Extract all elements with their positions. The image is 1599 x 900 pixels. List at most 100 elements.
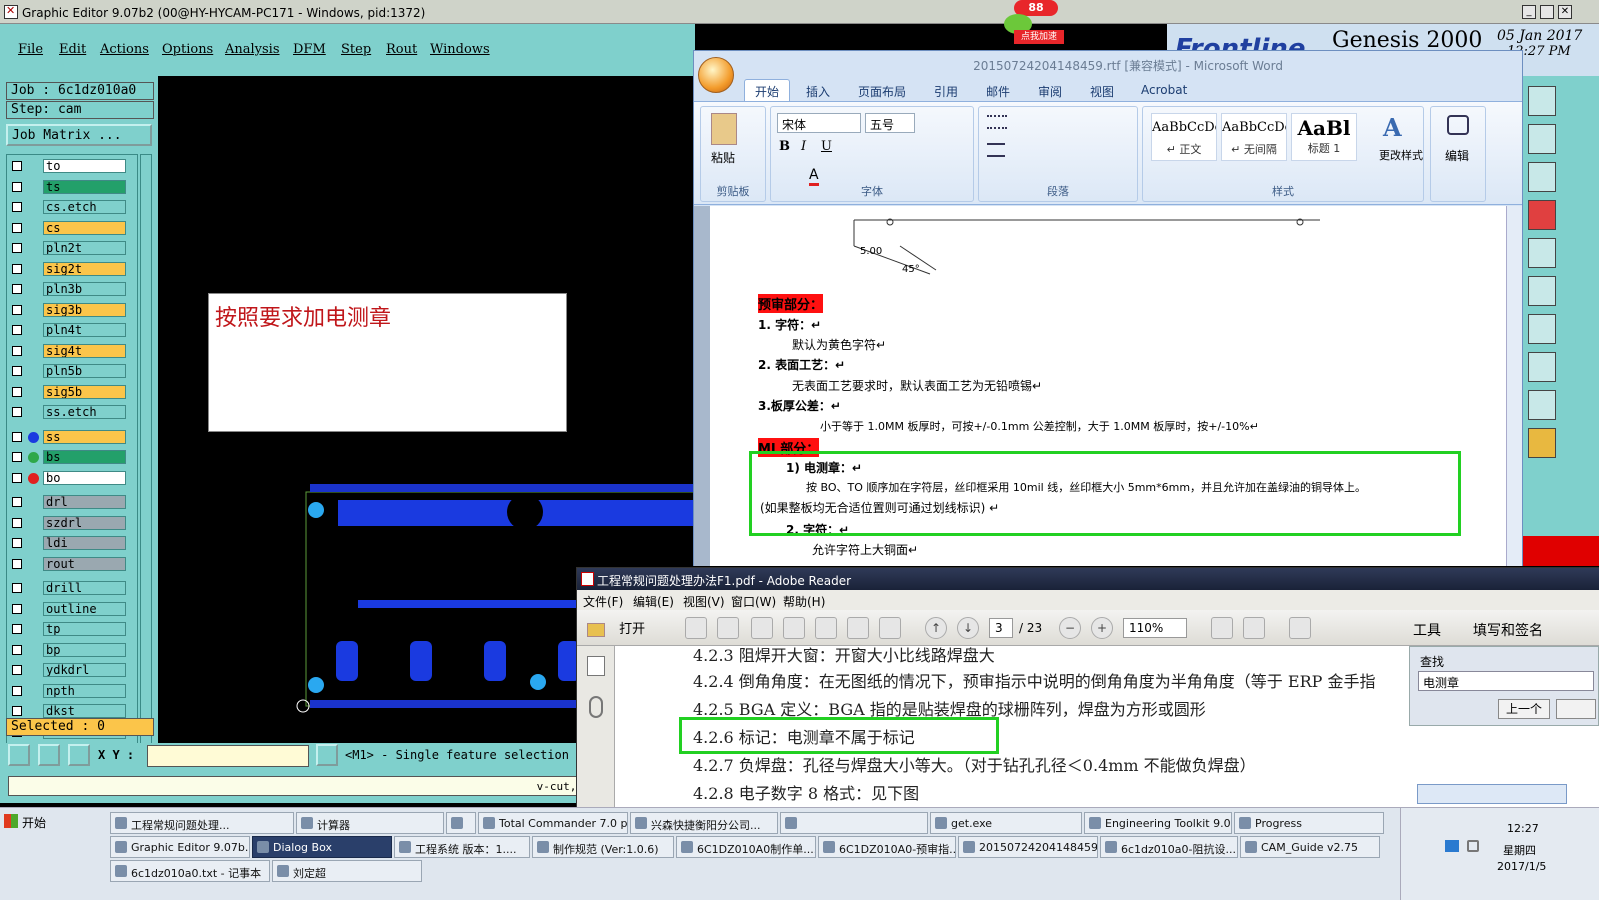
layer-name[interactable]: sig2t <box>43 261 126 276</box>
layer-name[interactable]: ldi <box>43 536 126 550</box>
layer-checkbox[interactable] <box>12 431 22 442</box>
start-button[interactable]: 开始 <box>2 810 82 832</box>
layer-row[interactable]: ydkdrl <box>7 662 139 678</box>
layer-row[interactable]: to <box>7 158 139 174</box>
pdf-menu-window[interactable]: 窗口(W) <box>731 593 776 610</box>
tool-6-icon[interactable] <box>1528 276 1556 306</box>
layer-name[interactable]: sig3b <box>43 302 126 317</box>
measure-tool-button[interactable] <box>38 744 60 766</box>
sign-icon[interactable] <box>751 617 773 639</box>
page-number-input[interactable]: 3 <box>989 618 1013 638</box>
layer-checkbox[interactable] <box>12 517 22 528</box>
layer-checkbox[interactable] <box>12 665 22 675</box>
style-no-spacing[interactable]: AaBbCcDc ↵ 无间隔 <box>1221 113 1287 161</box>
layer-name[interactable]: drl <box>43 495 126 509</box>
minimize-button[interactable]: _ <box>1522 5 1536 19</box>
layer-checkbox[interactable] <box>12 452 22 462</box>
menu-file[interactable]: File <box>18 42 43 57</box>
layer-row[interactable]: dkst <box>7 703 139 719</box>
layer-checkbox[interactable] <box>12 263 22 274</box>
tool-8-icon[interactable] <box>1528 352 1556 382</box>
layer-row[interactable]: pln2t <box>7 240 139 256</box>
tab-mailings[interactable]: 邮件 <box>986 83 1010 100</box>
layer-name[interactable]: cs.etch <box>43 200 126 214</box>
layer-row[interactable]: cs.etch <box>7 199 139 215</box>
layer-checkbox[interactable] <box>12 345 22 356</box>
layer-name[interactable]: pln4t <box>43 323 126 337</box>
layer-row[interactable]: sig3b <box>7 302 139 318</box>
layer-checkbox[interactable] <box>12 558 22 569</box>
layer-row[interactable]: pln4t <box>7 322 139 338</box>
tool-10-icon[interactable] <box>1528 428 1556 458</box>
layer-row[interactable]: drill <box>7 580 139 596</box>
change-style-label[interactable]: 更改样式 <box>1379 147 1425 163</box>
underline-button[interactable]: U <box>821 139 832 154</box>
fit-width-icon[interactable] <box>1243 617 1265 639</box>
layer-name[interactable]: cs <box>43 220 126 235</box>
font-size-select[interactable]: 五号 <box>865 113 915 133</box>
ime-toolbar[interactable] <box>1417 784 1567 804</box>
layer-checkbox[interactable] <box>12 202 22 212</box>
taskbar-button[interactable] <box>780 812 928 834</box>
taskbar-button[interactable]: 6c1dz010a0.txt - 记事本 <box>110 860 270 882</box>
layer-name[interactable]: pln5b <box>43 364 126 378</box>
snap-tool-button[interactable] <box>8 744 30 766</box>
job-matrix-button[interactable]: Job Matrix ... <box>6 124 152 146</box>
layer-name[interactable]: to <box>43 159 126 173</box>
layer-name[interactable]: ts <box>43 179 126 194</box>
italic-button[interactable]: I <box>801 139 806 154</box>
layer-row[interactable]: sig2t <box>7 261 139 277</box>
layer-checkbox[interactable] <box>12 497 22 507</box>
layer-name[interactable]: ydkdrl <box>43 663 126 677</box>
paste-label[interactable]: 粘贴 <box>711 149 735 166</box>
tool-5-icon[interactable] <box>1528 238 1556 268</box>
find-prev-button[interactable]: 上一个 <box>1498 699 1550 719</box>
layer-checkbox[interactable] <box>12 706 22 716</box>
layer-row[interactable]: bo <box>7 470 139 486</box>
create-pdf-icon[interactable] <box>685 617 707 639</box>
next-page-icon[interactable]: ↓ <box>957 617 979 639</box>
prev-page-icon[interactable]: ↑ <box>925 617 947 639</box>
zoom-out-icon[interactable]: − <box>1059 617 1081 639</box>
layer-row[interactable]: bs <box>7 449 139 465</box>
edit-label[interactable]: 编辑 <box>1445 147 1469 164</box>
tool-4-icon[interactable] <box>1528 200 1556 230</box>
layer-checkbox[interactable] <box>12 603 22 614</box>
tool-9-icon[interactable] <box>1528 390 1556 420</box>
pdf-menu-file[interactable]: 文件(F) <box>583 593 623 610</box>
layer-name[interactable]: bs <box>43 450 126 464</box>
menu-dfm[interactable]: DFM <box>293 42 326 57</box>
taskbar-button[interactable]: 6c1dz010a0-阻抗设... <box>1100 836 1238 858</box>
taskbar-button[interactable]: 工程常规问题处理... <box>110 812 294 834</box>
layer-row[interactable]: drl <box>7 494 139 510</box>
layer-checkbox[interactable] <box>12 161 22 171</box>
change-style-icon[interactable]: A <box>1383 113 1402 142</box>
layer-row[interactable]: pln3b <box>7 281 139 297</box>
tools-label[interactable]: 工具 <box>1413 620 1441 640</box>
layer-name[interactable]: rout <box>43 556 126 571</box>
layer-checkbox[interactable] <box>12 407 22 417</box>
taskbar-button[interactable]: Engineering Toolkit 9.0... <box>1084 812 1232 834</box>
tool-2-icon[interactable] <box>1528 124 1556 154</box>
style-normal[interactable]: AaBbCcDc ↵ 正文 <box>1151 113 1217 161</box>
fit-page-icon[interactable] <box>1211 617 1233 639</box>
print-icon[interactable] <box>847 617 869 639</box>
tool-7-icon[interactable] <box>1528 314 1556 344</box>
taskbar-button[interactable]: 6C1DZ010A0制作单.... <box>676 836 816 858</box>
zoom-select[interactable]: 110% <box>1123 618 1187 638</box>
pdf-open-button[interactable]: 打开 <box>587 618 657 640</box>
tab-review[interactable]: 审阅 <box>1038 83 1062 100</box>
layer-name[interactable]: pln3b <box>43 282 126 296</box>
layer-name[interactable]: ss.etch <box>43 405 126 419</box>
tab-layout[interactable]: 页面布局 <box>858 83 906 100</box>
layer-name[interactable]: bo <box>43 470 126 485</box>
paste-icon[interactable] <box>711 113 737 145</box>
layer-checkbox[interactable] <box>12 538 22 548</box>
menu-analysis[interactable]: Analysis <box>225 42 280 57</box>
font-name-select[interactable]: 宋体 <box>777 113 861 133</box>
layer-name[interactable]: outline <box>43 601 126 616</box>
attachments-icon[interactable] <box>589 696 603 718</box>
word-vertical-scrollbar[interactable] <box>1506 206 1522 566</box>
close-button[interactable]: ✕ <box>1558 5 1572 19</box>
layer-checkbox[interactable] <box>12 181 22 192</box>
